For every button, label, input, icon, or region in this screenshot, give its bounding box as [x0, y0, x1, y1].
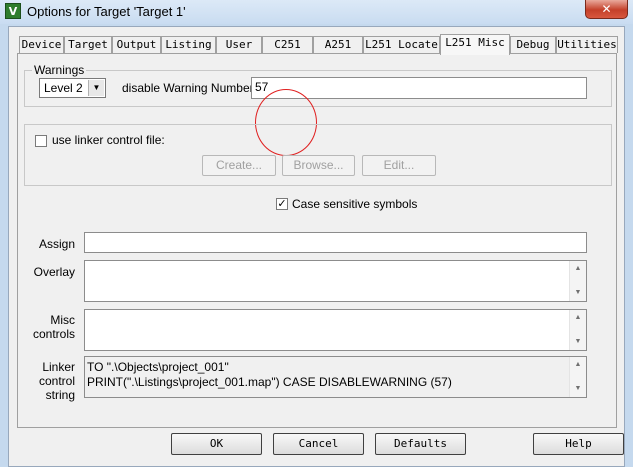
tab-output[interactable]: Output	[112, 36, 161, 53]
scroll-down-icon[interactable]: ▼	[570, 286, 586, 300]
linker-control-string-box: TO ".\Objects\project_001" PRINT(".\List…	[84, 356, 587, 398]
tab-a251[interactable]: A251	[313, 36, 363, 53]
tab-user[interactable]: User	[216, 36, 262, 53]
warnings-legend: Warnings	[32, 63, 87, 77]
scroll-up-icon[interactable]: ▲	[570, 358, 586, 372]
chevron-down-icon[interactable]: ▼	[88, 80, 104, 96]
tab-utilities[interactable]: Utilities	[556, 36, 618, 53]
overlay-scrollbar[interactable]: ▲ ▼	[569, 261, 586, 301]
scroll-down-icon[interactable]: ▼	[570, 382, 586, 396]
use-linker-file-checkbox[interactable]	[35, 135, 47, 147]
linker-string-scrollbar[interactable]: ▲ ▼	[569, 357, 586, 397]
app-icon: V	[5, 3, 21, 19]
help-button[interactable]: Help	[533, 433, 624, 455]
ok-button[interactable]: OK	[171, 433, 262, 455]
tab-c251[interactable]: C251	[262, 36, 313, 53]
warnings-group: Warnings Level 2 ▼ disable Warning Numbe…	[24, 63, 612, 107]
tab-l251-misc[interactable]: L251 Misc	[440, 34, 510, 55]
misc-scrollbar[interactable]: ▲ ▼	[569, 310, 586, 350]
assign-input[interactable]	[84, 232, 587, 253]
linker-string-label-line3: string	[45, 388, 75, 402]
scroll-up-icon[interactable]: ▲	[570, 262, 586, 276]
scroll-up-icon[interactable]: ▲	[570, 311, 586, 325]
linker-string-label-line1: Linker	[42, 360, 75, 374]
linker-string-line1: TO ".\Objects\project_001"	[87, 360, 229, 374]
tab-page-l251-misc: Warnings Level 2 ▼ disable Warning Numbe…	[17, 53, 617, 428]
defaults-button[interactable]: Defaults	[375, 433, 466, 455]
warning-level-select[interactable]: Level 2 ▼	[39, 78, 106, 98]
tab-listing[interactable]: Listing	[161, 36, 216, 53]
tab-device[interactable]: Device	[19, 36, 64, 53]
disable-warning-input[interactable]: 57	[251, 77, 587, 99]
misc-controls-textarea[interactable]: ▲ ▼	[84, 309, 587, 351]
tab-debug[interactable]: Debug	[510, 36, 556, 53]
disable-warning-label: disable Warning Numbers:	[122, 81, 263, 95]
title-bar[interactable]: V Options for Target 'Target 1' ✕	[0, 0, 633, 24]
linker-string-line2: PRINT(".\Listings\project_001.map") CASE…	[87, 375, 452, 389]
dialog-client: Device Target Output Listing User C251 A…	[8, 26, 625, 467]
cancel-button[interactable]: Cancel	[273, 433, 364, 455]
tab-l251-locate[interactable]: L251 Locate	[363, 36, 440, 53]
misc-label-line2: controls	[32, 327, 75, 341]
browse-button[interactable]: Browse...	[282, 155, 355, 176]
overlay-textarea[interactable]: ▲ ▼	[84, 260, 587, 302]
use-linker-file-label: use linker control file:	[52, 133, 165, 147]
close-button[interactable]: ✕	[585, 0, 628, 19]
overlay-label: Overlay	[33, 265, 75, 279]
create-button[interactable]: Create...	[202, 155, 276, 176]
window-title: Options for Target 'Target 1'	[27, 4, 186, 19]
case-sensitive-label: Case sensitive symbols	[292, 197, 418, 211]
misc-label-line1: Misc	[50, 313, 75, 327]
linker-file-group: use linker control file: Create... Brows…	[24, 124, 612, 186]
case-sensitive-checkbox[interactable]: ✓	[276, 198, 288, 210]
assign-label: Assign	[38, 237, 75, 251]
tab-target[interactable]: Target	[64, 36, 112, 53]
linker-string-label-line2: control	[38, 374, 75, 388]
scroll-down-icon[interactable]: ▼	[570, 335, 586, 349]
warning-level-value: Level 2	[44, 81, 83, 95]
edit-button[interactable]: Edit...	[362, 155, 436, 176]
